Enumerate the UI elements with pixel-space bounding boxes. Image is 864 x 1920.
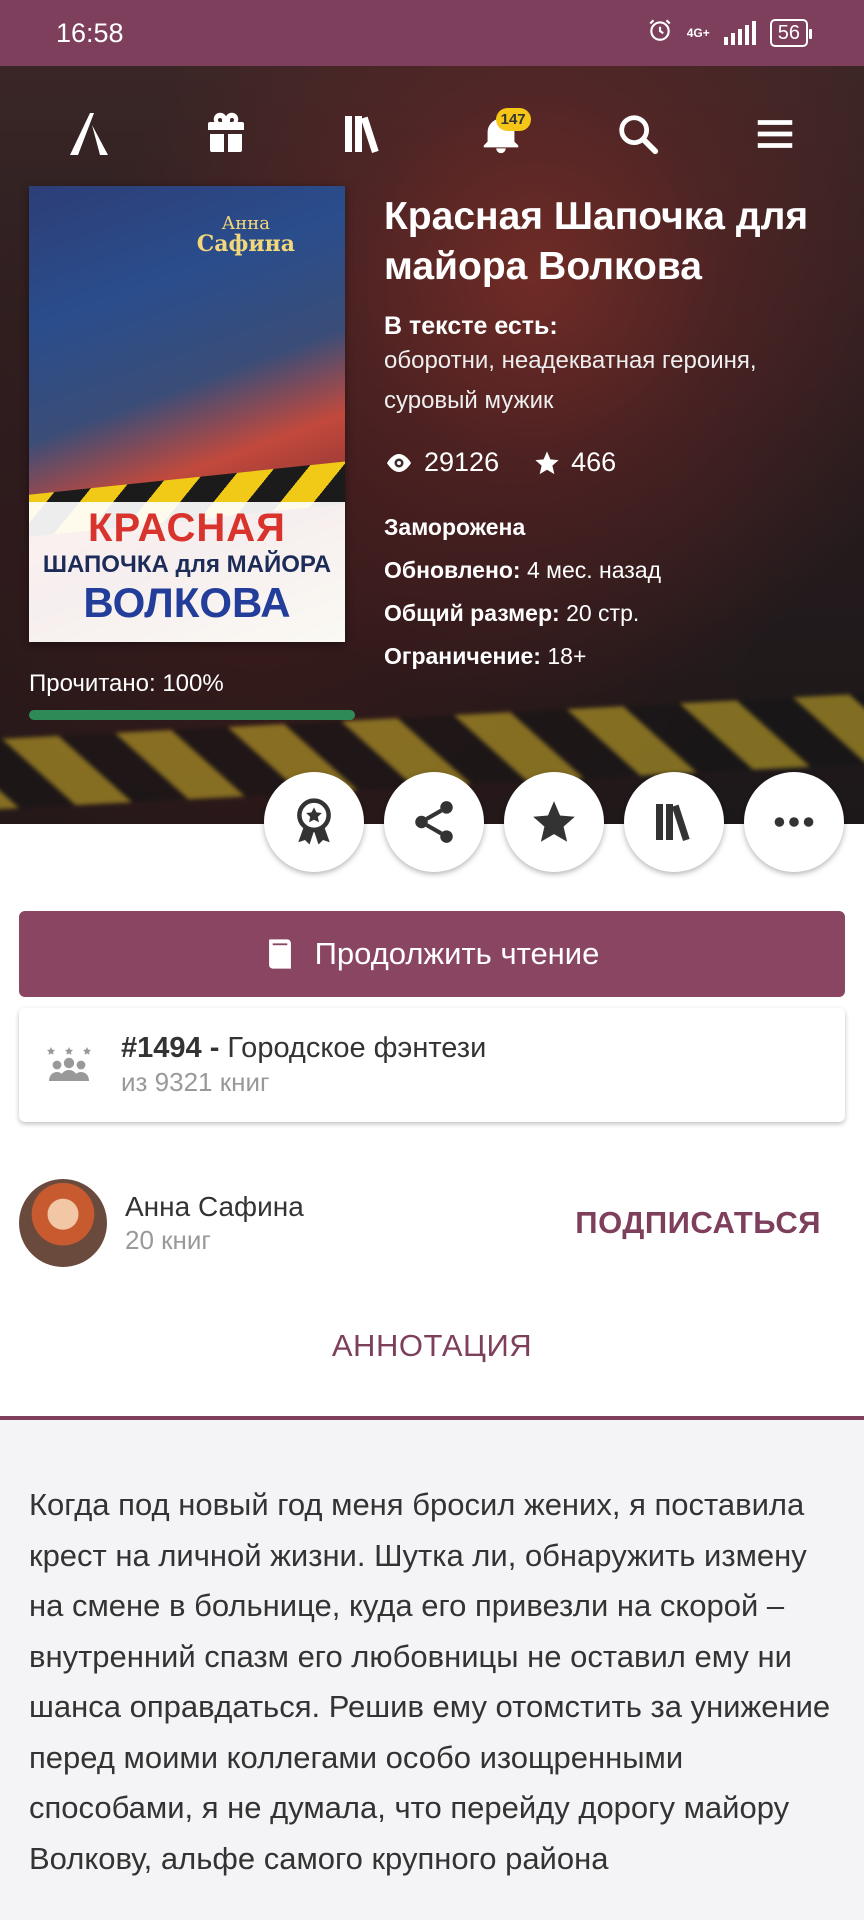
gift-icon [207,112,244,152]
logo-icon [69,113,108,155]
views-count: 29126 [424,447,500,477]
book-info: Красная Шапочка для майора Волкова В тек… [384,192,844,678]
notifications-badge: 147 [495,108,531,131]
star-icon [535,450,559,474]
tab-annotation[interactable]: АННОТАЦИЯ [0,1328,864,1364]
read-progress-fill [29,710,355,720]
rank-text: #1494 - Городское фэнтези из 9321 книг [121,1032,486,1098]
award-icon [297,798,331,845]
eye-icon [387,453,411,472]
stars-stat: 466 [533,447,616,478]
subscribe-button[interactable]: ПОДПИСАТЬСЯ [575,1205,821,1241]
more-button[interactable] [744,772,844,872]
author-info[interactable]: Анна Сафина 20 книг [125,1191,304,1256]
book-title: Красная Шапочка для майора Волкова [384,195,809,288]
book-size: Общий размер: 20 стр. [384,600,640,626]
continue-reading-label: Продолжить чтение [314,936,600,971]
author-name: Анна Сафина [125,1190,304,1222]
battery-icon: 56 [769,19,813,47]
book-icon [268,939,291,969]
book-meta: Заморожена Обновлено: 4 мес. назад Общий… [384,506,844,678]
library-button[interactable] [327,102,399,166]
rank-card[interactable]: #1494 - Городское фэнтези из 9321 книг [19,1008,845,1122]
menu-button[interactable] [739,102,811,166]
book-updated: Обновлено: 4 мес. назад [384,557,662,583]
star-icon [533,801,575,842]
continue-reading-button[interactable]: Продолжить чтение [19,911,845,997]
tags-list[interactable]: оборотни, неадекватная героиня, суровый … [384,341,844,421]
share-icon [415,801,453,843]
more-icon [774,817,814,827]
alarm-icon [647,17,673,49]
share-button[interactable] [384,772,484,872]
cover-author: Анна Сафина [196,213,295,257]
read-progress-bar [29,710,355,720]
author-books-count: 20 книг [125,1224,211,1255]
network-label: 4G+ [686,26,710,40]
views-stat: 29126 [384,447,499,478]
library-icon [345,116,379,153]
status-time: 16:58 [56,17,124,48]
author-row: Анна Сафина 20 книг ПОДПИСАТЬСЯ [19,1178,845,1268]
avatar[interactable] [19,1179,107,1267]
library-icon [656,804,690,841]
rate-button[interactable] [504,772,604,872]
rank-icon [47,1047,91,1081]
read-progress-label: Прочитано: 100% [29,670,224,697]
book-restriction: Ограничение: 18+ [384,643,587,669]
search-icon [619,115,659,155]
rank-total: из 9321 книг [121,1067,270,1097]
stars-count: 466 [571,447,617,477]
notifications-button[interactable]: 147 [465,102,537,166]
signal-icon [723,21,756,45]
add-to-library-button[interactable] [624,772,724,872]
menu-icon [758,120,793,148]
search-button[interactable] [602,102,674,166]
cover-title: КРАСНАЯ ШАПОЧКА для МАЙОРА ВОЛКОВА [29,502,345,642]
top-navigation: 147 [0,102,864,166]
status-bar: 16:58 4G+ 56 [0,0,864,66]
book-cover[interactable]: Анна Сафина КРАСНАЯ ШАПОЧКА для МАЙОРА В… [29,186,345,642]
book-hero: 147 Анна Сафина КРАСНАЯ ШАПОЧКА для МАЙО… [0,66,864,824]
book-stats: 29126 466 [384,447,844,478]
rank-line: #1494 - Городское фэнтези [121,1032,487,1064]
status-icons: 4G+ 56 [647,17,813,49]
book-actions [264,772,844,872]
book-status: Заморожена [384,514,526,540]
annotation-text: Когда под новый год меня бросил жених, я… [29,1487,831,1876]
award-button[interactable] [264,772,364,872]
gift-button[interactable] [190,102,262,166]
tags-label: В тексте есть: [384,312,558,340]
logo-button[interactable] [53,102,125,166]
